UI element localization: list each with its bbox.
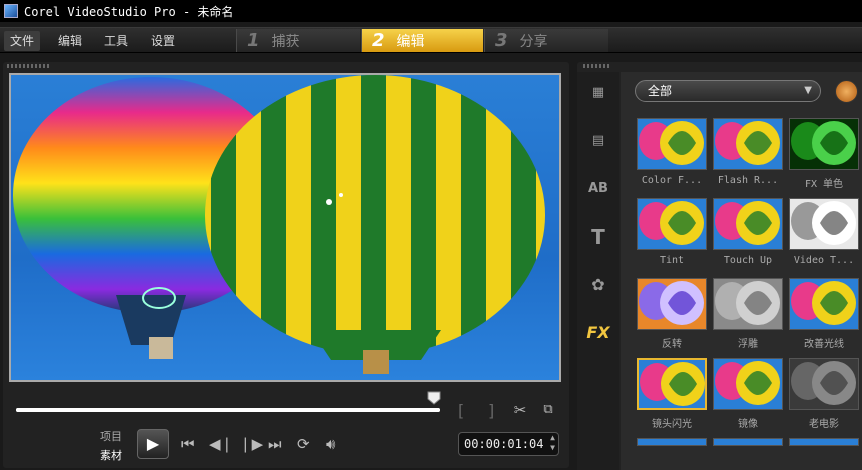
mark-out-button[interactable]: ] (488, 403, 494, 419)
effect-label: 镜像 (738, 419, 758, 430)
text-icon[interactable]: T (583, 224, 613, 250)
next-frame-icon[interactable]: ❘▶ (239, 436, 263, 452)
menu-file[interactable]: 文件 (4, 31, 41, 51)
library-panel: ▦ ▤ AB T ✿ FX 全部 ▼ Color F... Flash R... F… (577, 62, 862, 470)
effect-label: 老电影 (809, 419, 839, 430)
timecode-value: 00:00:01:04 (464, 437, 544, 451)
scissors-icon[interactable]: ✂ (511, 402, 529, 418)
effect-thumbnail[interactable] (789, 438, 859, 446)
effect-thumbnail[interactable] (713, 198, 783, 250)
effect-label: Video T... (793, 255, 855, 266)
preview-image (13, 75, 545, 374)
graphic-icon[interactable]: ✿ (583, 272, 613, 298)
effect-thumbnail[interactable] (637, 438, 707, 446)
effect-label: Flash R... (717, 175, 779, 186)
player-panel: [ ] ✂ ⧉ 项目 素材 ▶ ⏮ ◀❘ ❘▶ ⏭ ⟳ 🔊︎ 00:00:01:… (3, 62, 569, 468)
library-sidebar: ▦ ▤ AB T ✿ FX (577, 72, 619, 470)
effect-label: 反转 (662, 339, 682, 350)
effect-label: 浮雕 (738, 339, 758, 350)
effect-label: FX 单色 (804, 179, 844, 190)
effect-label: Color F... (641, 175, 703, 186)
transition-icon[interactable]: ▤ (583, 128, 613, 154)
scrub-handle[interactable] (427, 391, 441, 405)
previous-frame-icon[interactable]: ◀❘ (209, 436, 233, 452)
scrub-progress (16, 408, 440, 412)
effect-thumbnail[interactable] (637, 278, 707, 330)
effect-thumbnail[interactable] (713, 438, 783, 446)
end-icon[interactable]: ⏭ (268, 436, 282, 452)
filter-library: 全部 ▼ Color F... Flash R... FX 单色 Tint Touch … (621, 72, 862, 470)
step-tab-share[interactable]: 3 分享 (484, 29, 608, 52)
volume-icon[interactable]: 🔊︎ (326, 436, 335, 452)
category-dropdown[interactable]: 全部 ▼ (635, 80, 821, 102)
effect-thumbnail[interactable] (637, 118, 707, 170)
home-icon[interactable]: ⏮ (181, 436, 195, 452)
effect-thumbnail[interactable] (789, 198, 859, 250)
title-icon[interactable]: AB (583, 176, 613, 202)
menu-tools[interactable]: 工具 (98, 31, 134, 51)
mode-project-label[interactable]: 项目 (100, 428, 122, 444)
panel-grip[interactable] (583, 64, 611, 68)
effect-label: Touch Up (723, 255, 773, 266)
step-number: 2 (372, 30, 385, 51)
effect-label: 改善光线 (804, 339, 844, 350)
effect-thumbnail[interactable] (713, 358, 783, 410)
step-number: 3 (495, 30, 508, 51)
options-icon[interactable] (835, 80, 858, 103)
effect-label: Tint (659, 255, 685, 266)
effect-thumbnail[interactable] (789, 118, 859, 170)
effect-thumbnail[interactable] (789, 278, 859, 330)
effect-thumbnail[interactable] (637, 358, 707, 410)
timecode-field[interactable]: 00:00:01:04 ▲ ▼ (458, 432, 559, 456)
menu-edit[interactable]: 编辑 (52, 31, 88, 51)
chevron-down-icon: ▼ (804, 85, 812, 96)
step-label: 编辑 (396, 33, 425, 50)
step-label: 分享 (519, 33, 548, 50)
effect-label: 镜头闪光 (652, 419, 692, 430)
scrub-bar[interactable] (16, 408, 440, 412)
menu-settings[interactable]: 设置 (145, 31, 181, 51)
preview-window[interactable] (9, 73, 561, 382)
app-icon (4, 4, 18, 18)
effect-thumbnail[interactable] (789, 358, 859, 410)
step-number: 1 (247, 30, 260, 51)
play-button[interactable]: ▶ (137, 429, 169, 459)
effect-thumbnail[interactable] (713, 278, 783, 330)
mode-clip-label[interactable]: 素材 (100, 447, 122, 463)
enlarge-icon[interactable]: ⧉ (538, 402, 558, 418)
category-value: 全部 (648, 84, 673, 98)
media-library-icon[interactable]: ▦ (583, 80, 613, 106)
mark-in-button[interactable]: [ (458, 403, 464, 419)
menu-bar: 文件 编辑 工具 设置 1 捕获 2 编辑 3 分享 (0, 27, 862, 53)
effect-thumbnail[interactable] (713, 118, 783, 170)
timecode-spinner-icon[interactable]: ▲ ▼ (550, 433, 555, 453)
title-bar: Corel VideoStudio Pro - 未命名 (0, 0, 862, 22)
repeat-icon[interactable]: ⟳ (297, 436, 310, 452)
step-label: 捕获 (271, 33, 300, 50)
filter-fx-icon[interactable]: FX (583, 320, 613, 346)
step-tab-capture[interactable]: 1 捕获 (236, 29, 360, 52)
step-tab-edit[interactable]: 2 编辑 (361, 29, 483, 52)
effect-thumbnail[interactable] (637, 198, 707, 250)
window-title: Corel VideoStudio Pro - 未命名 (24, 4, 234, 19)
panel-grip[interactable] (7, 64, 51, 68)
